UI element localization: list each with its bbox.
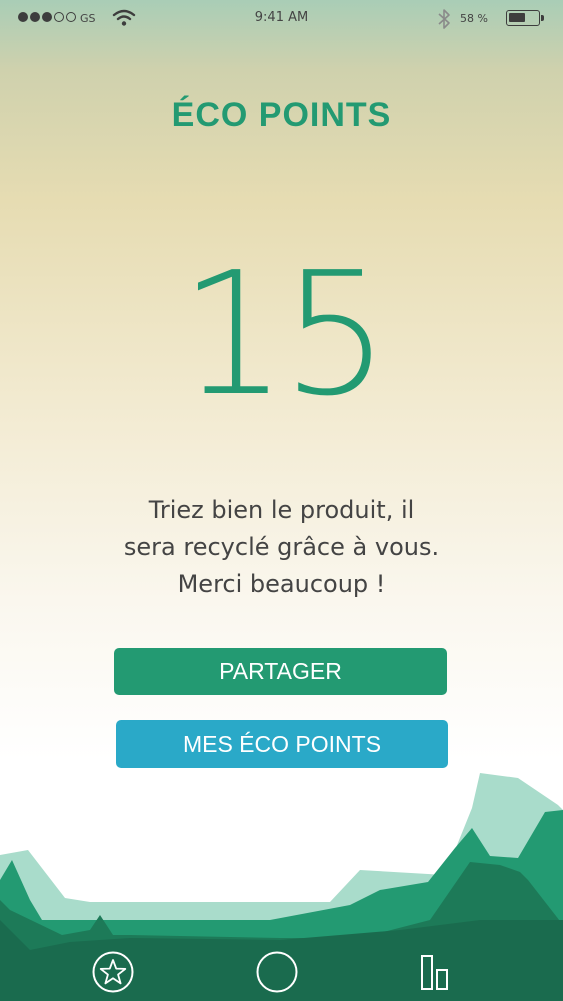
home-tab[interactable]: [254, 949, 300, 995]
bottom-nav: [0, 935, 563, 1001]
stats-tab[interactable]: [412, 949, 458, 995]
circle-icon: [256, 951, 298, 993]
message-line: Triez bien le produit, il: [148, 496, 415, 524]
star-icon: [92, 951, 134, 993]
bars-icon: [421, 955, 448, 990]
page-title: ÉCO POINTS: [171, 96, 392, 134]
thank-you-message: Triez bien le produit, il sera recyclé g…: [0, 492, 563, 603]
battery-icon: [506, 10, 540, 26]
status-bar: GS 9:41 AM 58 %: [0, 0, 563, 38]
battery-percentage: 58 %: [460, 12, 488, 25]
message-line: Merci beaucoup !: [177, 570, 386, 598]
message-line: sera recyclé grâce à vous.: [123, 533, 440, 561]
my-eco-points-button[interactable]: MES ÉCO POINTS: [116, 720, 448, 768]
points-value: 15: [179, 236, 389, 434]
favorites-tab[interactable]: [90, 949, 136, 995]
battery-tip: [541, 15, 544, 21]
bluetooth-icon: [437, 8, 451, 34]
share-button[interactable]: PARTAGER: [114, 648, 447, 695]
